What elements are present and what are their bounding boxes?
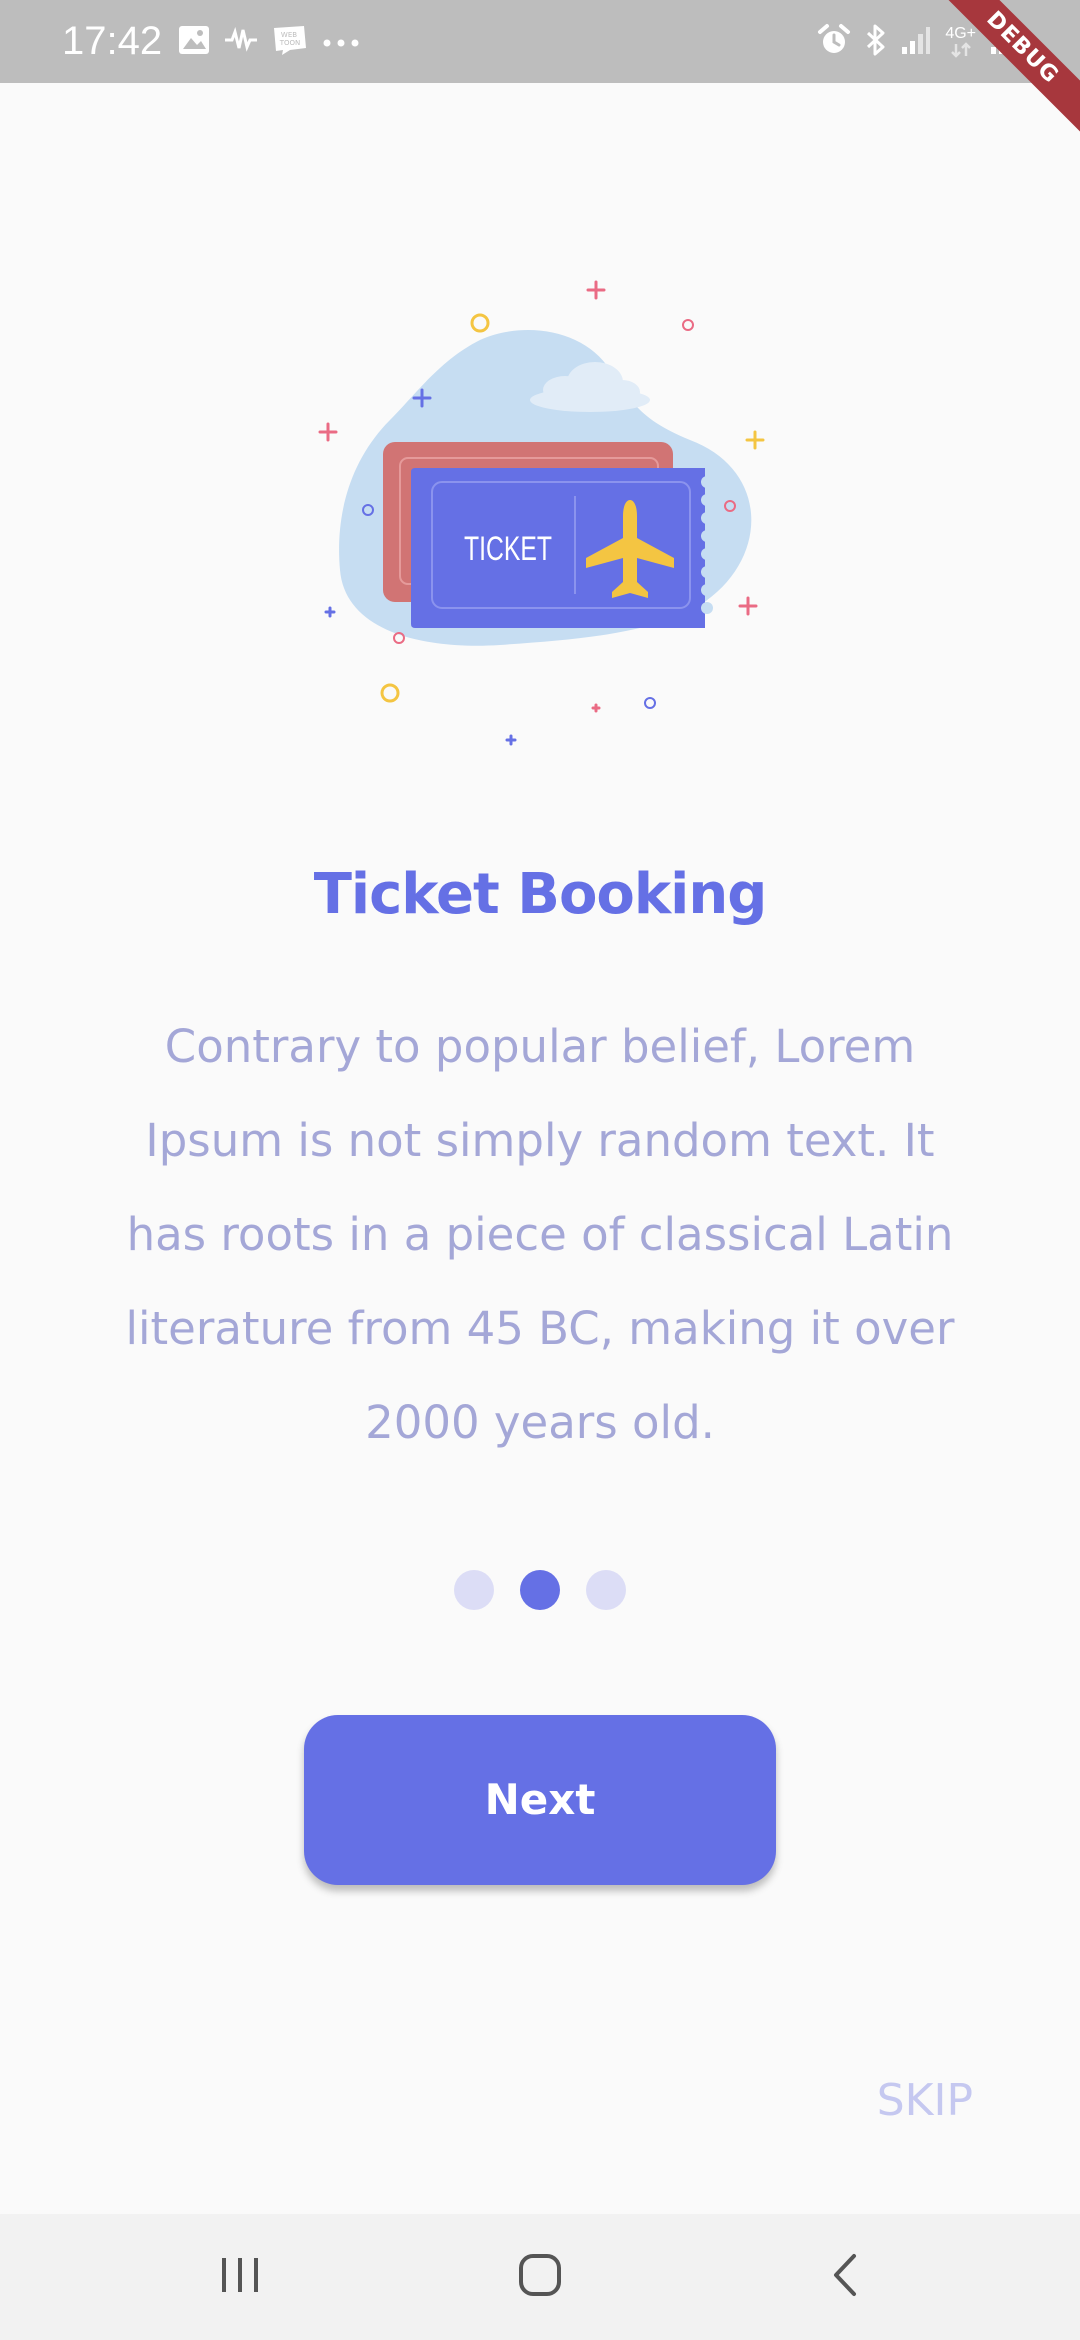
front-ticket-icon: TICKET [411, 468, 713, 628]
svg-text:TOON: TOON [279, 39, 301, 47]
onboarding-description: Contrary to popular belief, Lorem Ipsum … [125, 1020, 955, 1449]
signal-icon [901, 25, 931, 59]
network-label: 4G+ [945, 25, 976, 42]
status-bar: 17:42 WEB TOON 4G+ [0, 0, 1080, 83]
alarm-icon [817, 23, 851, 61]
skip-button[interactable]: SKIP [877, 2073, 973, 2129]
svg-text:WEB: WEB [281, 31, 297, 39]
status-icons-right: 4G+ [817, 20, 1020, 64]
recent-apps-icon [218, 2255, 262, 2299]
system-navigation-bar [0, 2214, 1080, 2340]
back-button[interactable] [765, 2214, 925, 2340]
page-dot-2-active [520, 1570, 560, 1610]
next-button[interactable]: Next [304, 1715, 776, 1885]
status-time: 17:42 [62, 19, 163, 63]
audio-wave-icon [224, 26, 258, 57]
network-4g-icon: 4G+ [945, 26, 976, 58]
page-indicator [0, 1570, 1080, 1610]
back-icon [830, 2253, 860, 2301]
home-button[interactable] [460, 2214, 620, 2340]
home-icon [518, 2253, 562, 2301]
onboarding-title: Ticket Booking [313, 862, 768, 927]
page-dot-1 [454, 1570, 494, 1610]
recent-apps-button[interactable] [160, 2214, 320, 2340]
webtoon-icon: WEB TOON [272, 24, 308, 60]
signal-icon-2 [990, 25, 1020, 59]
ticket-illustration: TICKET [300, 260, 780, 760]
status-icons-left: WEB TOON [178, 22, 360, 62]
image-icon [178, 25, 210, 59]
ticket-text: TICKET [464, 530, 552, 568]
page-dot-3 [586, 1570, 626, 1610]
more-dots-icon [322, 33, 360, 52]
bluetooth-icon [865, 23, 887, 61]
